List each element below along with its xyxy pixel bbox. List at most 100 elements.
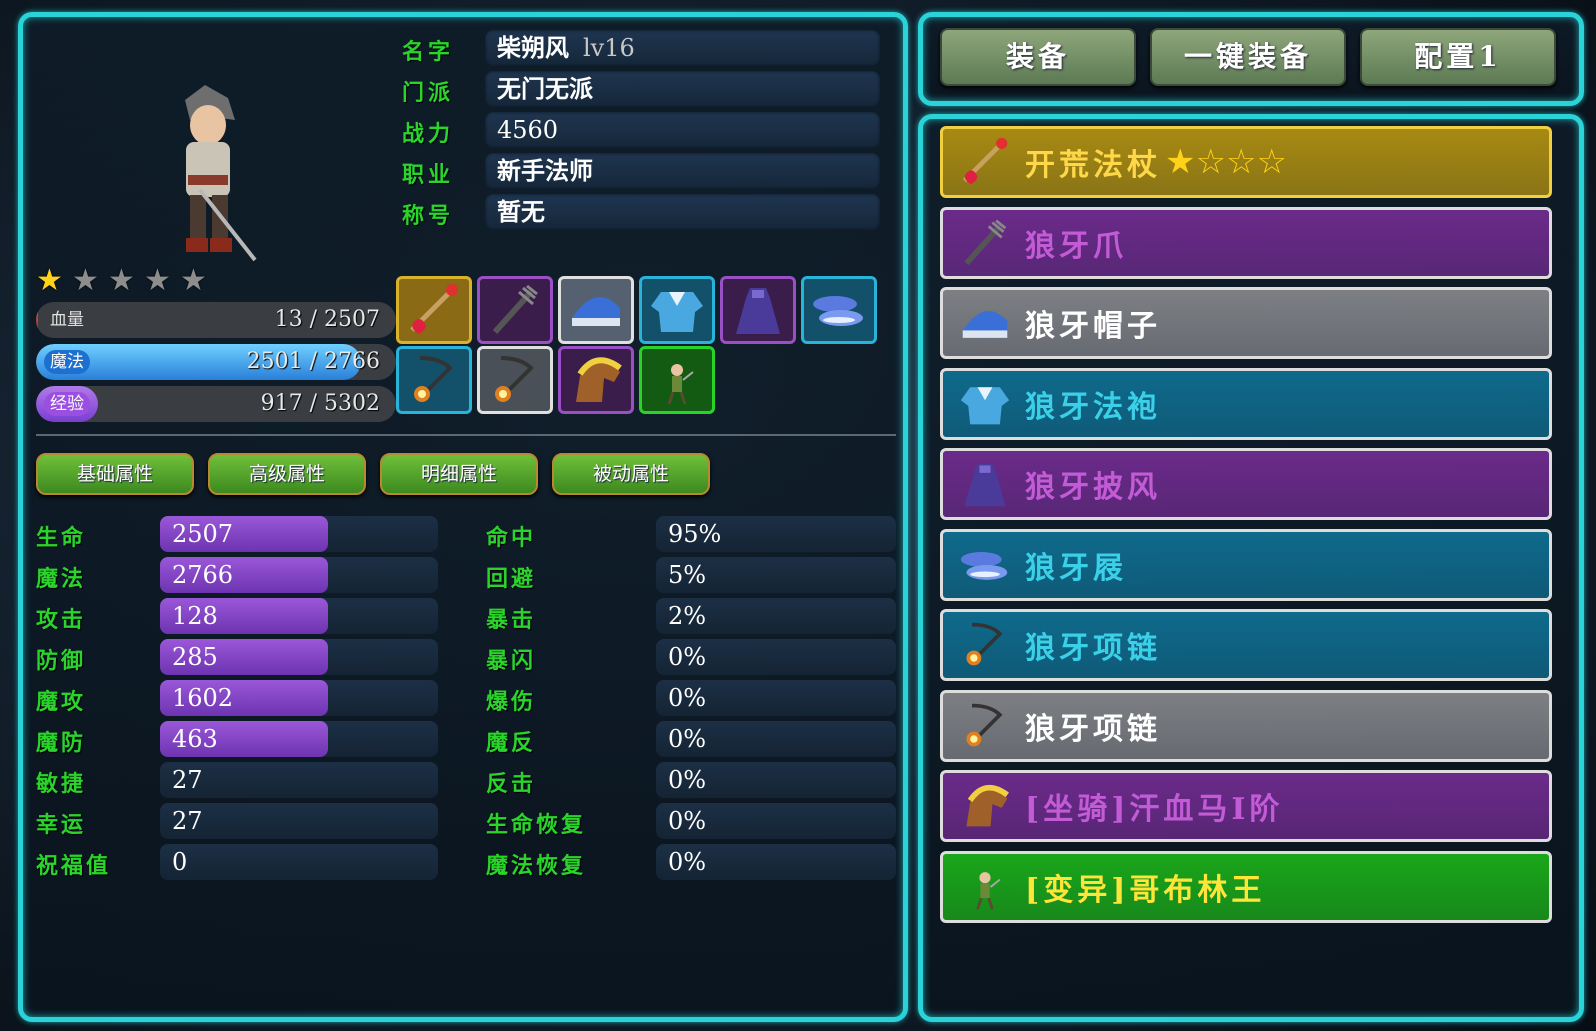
stat-label: 魔攻 xyxy=(36,689,87,715)
rank-star-icon: ★ xyxy=(36,263,63,298)
stat-label: 魔法恢复 xyxy=(486,853,587,879)
equipment-icon xyxy=(953,132,1017,192)
star-icon: ☆ xyxy=(1195,142,1226,182)
rank-star-icon: ★ xyxy=(108,263,135,298)
stat-value: 285 xyxy=(172,643,218,671)
equipment-stars: ★☆☆☆ xyxy=(1165,142,1287,182)
title-field: 暂无 xyxy=(485,194,880,230)
tab-passive-attributes[interactable]: 被动属性 xyxy=(552,453,710,495)
equipment-name: 狼牙项链 xyxy=(1025,711,1161,747)
equipment-name: 狼牙帽子 xyxy=(1025,309,1161,344)
stat-value-box: 0% xyxy=(656,762,896,798)
stat-value-box: 0% xyxy=(656,639,896,675)
hp-bar: 血量 13 / 2507 xyxy=(36,302,396,338)
stat-value: 1602 xyxy=(172,684,234,712)
equipment-list-item[interactable]: 狼牙帽子 xyxy=(940,287,1552,359)
rank-star-icon: ★ xyxy=(180,263,207,298)
stat-value-box: 0% xyxy=(656,721,896,757)
cloak-icon xyxy=(964,463,1006,507)
exp-value: 917 / 5302 xyxy=(260,391,380,416)
stat-value: 463 xyxy=(172,725,218,753)
equipment-list-item[interactable]: [变异]哥布林王 xyxy=(940,850,1552,923)
equipment-list-item[interactable]: [坐骑]汗血马Ⅰ阶 xyxy=(940,770,1552,842)
staff-icon xyxy=(410,284,458,334)
equipment-icon xyxy=(953,776,1017,836)
equipment-name: [变异]哥布林王 xyxy=(1025,872,1266,908)
equipment-slot[interactable] xyxy=(639,346,715,414)
equipment-slot[interactable] xyxy=(801,276,877,344)
hat-icon xyxy=(962,311,1008,338)
hp-bar-fill xyxy=(36,302,38,338)
stat-value: 0% xyxy=(668,807,707,835)
power-label: 战力 xyxy=(402,121,455,147)
stat-value-box: 285 xyxy=(160,639,438,675)
equipment-slot[interactable] xyxy=(396,346,472,414)
stat-value: 95% xyxy=(668,520,722,548)
equipment-list-item[interactable]: 开荒法杖 ★☆☆☆ xyxy=(940,126,1552,198)
cloak-icon xyxy=(736,288,780,334)
robe-icon xyxy=(960,386,1010,424)
stat-value-box: 27 xyxy=(160,762,438,798)
name-field: 柴朔风 lv16 xyxy=(485,30,880,66)
stat-value: 0% xyxy=(668,848,707,876)
rank-star-icon: ★ xyxy=(72,263,99,298)
stat-label: 敏捷 xyxy=(36,771,87,797)
hp-label: 血量 xyxy=(50,310,84,330)
one-click-equip-button[interactable]: 一键装备 xyxy=(1150,28,1346,86)
stat-value-box: 128 xyxy=(160,598,438,634)
equipment-list-item[interactable]: 狼牙项链 xyxy=(940,609,1552,681)
tab-detail-attributes[interactable]: 明细属性 xyxy=(380,453,538,495)
equipment-slot[interactable] xyxy=(558,276,634,344)
equip-button[interactable]: 装备 xyxy=(940,28,1136,86)
equipment-icon xyxy=(953,374,1017,434)
exp-label: 经验 xyxy=(44,392,90,416)
star-icon: ☆ xyxy=(1256,142,1287,182)
stat-label: 生命恢复 xyxy=(486,812,587,838)
hp-value: 13 / 2507 xyxy=(274,307,380,332)
stat-value: 27 xyxy=(172,807,203,835)
equipment-slot[interactable] xyxy=(720,276,796,344)
equipment-name: 狼牙披风 xyxy=(1025,470,1161,505)
stat-value: 128 xyxy=(172,602,218,630)
equipment-icon xyxy=(953,857,1017,917)
name-label: 名字 xyxy=(402,39,455,65)
stat-label: 祝福值 xyxy=(36,853,112,879)
horse-icon xyxy=(576,357,622,402)
stat-label: 幸运 xyxy=(36,812,87,838)
stat-value-box: 2% xyxy=(656,598,896,634)
tab-basic-attributes[interactable]: 基础属性 xyxy=(36,453,194,495)
character-portrait xyxy=(185,85,257,262)
mp-label: 魔法 xyxy=(44,350,90,374)
config-button[interactable]: 配置1 xyxy=(1360,28,1556,86)
equipment-list-item[interactable]: 狼牙爪 xyxy=(940,206,1552,279)
equipment-slot[interactable] xyxy=(396,276,472,344)
equipment-slot[interactable] xyxy=(639,276,715,344)
equipment-name: 狼牙爪 xyxy=(1025,228,1127,264)
power-field: 4560 xyxy=(485,112,880,148)
equipment-slot[interactable] xyxy=(558,346,634,414)
equipment-slot[interactable] xyxy=(477,346,553,414)
equipment-list-item[interactable]: 狼牙法袍 xyxy=(940,367,1552,440)
necklace-icon xyxy=(414,356,453,402)
character-name: 柴朔风 xyxy=(497,33,569,62)
stat-value-box: 0% xyxy=(656,680,896,716)
equipment-name: 开荒法杖 xyxy=(1025,148,1161,183)
equipment-list-item[interactable]: 狼牙项链 xyxy=(940,689,1552,762)
star-icon: ☆ xyxy=(1225,142,1257,182)
tab-advanced-attributes[interactable]: 高级属性 xyxy=(208,453,366,495)
stat-value: 2766 xyxy=(172,561,234,589)
goblin-icon xyxy=(667,364,694,405)
exp-bar: 经验 917 / 5302 xyxy=(36,386,396,422)
equipment-list-item[interactable]: 狼牙披风 xyxy=(940,448,1552,520)
equipment-icon xyxy=(953,535,1017,595)
equipment-slot[interactable] xyxy=(477,276,553,344)
equipment-name: 狼牙屐 xyxy=(1025,550,1127,586)
equipment-list-item[interactable]: 狼牙屐 xyxy=(940,528,1552,601)
stat-label: 爆伤 xyxy=(486,689,537,715)
mp-bar: 魔法 2501 / 2766 xyxy=(36,344,396,380)
stat-label: 魔防 xyxy=(36,730,87,756)
stat-label: 魔法 xyxy=(36,566,87,592)
necklace-icon xyxy=(495,356,534,402)
stat-label: 回避 xyxy=(486,566,537,592)
staff-icon xyxy=(962,137,1008,185)
